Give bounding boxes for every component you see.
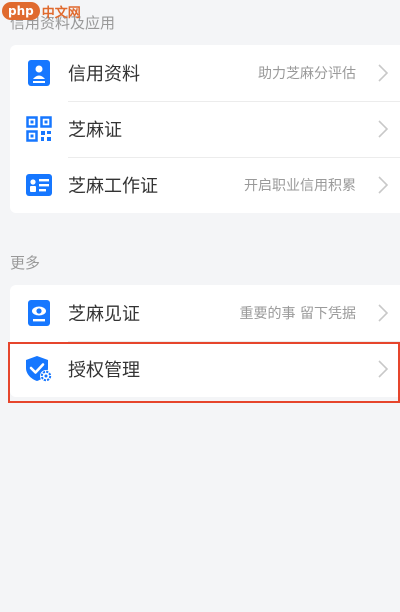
site-watermark: php 中文网 xyxy=(0,0,81,22)
list-item-desc: 开启职业信用积累 xyxy=(244,178,356,194)
shield-settings-icon xyxy=(25,355,53,383)
list-item-credit-profile[interactable]: 信用资料 助力芝麻分评估 xyxy=(10,45,400,101)
list-item-desc: 重要的事 留下凭据 xyxy=(239,306,356,322)
chevron-right-icon xyxy=(378,176,389,194)
list-item-desc: 助力芝麻分评估 xyxy=(258,66,356,82)
credit-profile-icon xyxy=(25,59,53,87)
list-item-label: 信用资料 xyxy=(68,64,140,85)
list-item-work-badge[interactable]: 芝麻工作证 开启职业信用积累 xyxy=(10,157,400,213)
witness-icon xyxy=(25,299,53,327)
list-item-label: 授权管理 xyxy=(68,360,140,381)
chevron-right-icon xyxy=(378,120,389,138)
watermark-text: 中文网 xyxy=(41,5,81,21)
chevron-right-icon xyxy=(378,304,389,322)
section-title-more: 更多 xyxy=(10,254,41,272)
watermark-logo: php xyxy=(2,2,40,20)
chevron-right-icon xyxy=(378,64,389,82)
list-item-label: 芝麻证 xyxy=(68,120,122,141)
list-item-authorization-management[interactable]: 授权管理 xyxy=(10,341,400,397)
chevron-right-icon xyxy=(378,360,389,378)
list-item-sesame-certificate[interactable]: 芝麻证 xyxy=(10,101,400,157)
more-card-group: 芝麻见证 重要的事 留下凭据 授权管理 xyxy=(10,285,400,397)
work-badge-icon xyxy=(25,171,53,199)
list-item-label: 芝麻工作证 xyxy=(68,176,158,197)
credit-card-group: 信用资料 助力芝麻分评估 芝麻证 芝麻工作证 开启职业信用积累 xyxy=(10,45,400,213)
list-item-sesame-witness[interactable]: 芝麻见证 重要的事 留下凭据 xyxy=(10,285,400,341)
list-item-label: 芝麻见证 xyxy=(68,304,140,325)
qr-code-icon xyxy=(25,115,53,143)
